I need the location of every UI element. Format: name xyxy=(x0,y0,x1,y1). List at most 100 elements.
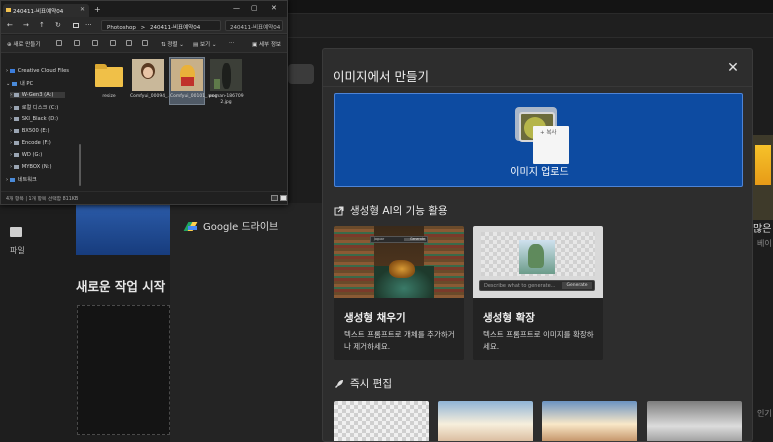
image-thumbnail xyxy=(132,59,164,91)
rename-icon[interactable] xyxy=(110,40,116,46)
folder-item[interactable]: resize xyxy=(91,59,127,100)
view-button[interactable]: ▤ 보기 ⌄ xyxy=(193,40,216,48)
expand-icon[interactable]: ⌄ xyxy=(6,81,10,87)
new-label: 새로 만들기 xyxy=(13,42,41,48)
sidebar-item-this-pc[interactable]: ⌄ 내 PC xyxy=(6,80,33,87)
sidebar-item-label: WD (G:) xyxy=(21,152,43,158)
sidebar-item-label: SKI_Black (D:) xyxy=(21,116,59,122)
sidebar-item-label: Creative Cloud Files xyxy=(17,68,69,74)
sidebar-item-drive-d[interactable]: › SKI_Black (D:) xyxy=(10,116,58,122)
expand-icon[interactable]: › xyxy=(10,116,12,122)
folder-icon[interactable] xyxy=(10,227,22,237)
details-button[interactable]: ▣ 세부 정보 xyxy=(252,40,281,48)
sidebar-item-network[interactable]: › 네트워크 xyxy=(6,176,37,183)
refresh-icon[interactable]: ↻ xyxy=(55,21,61,29)
generative-fill-thumbnail: Jaguar Generate xyxy=(334,226,464,298)
details-label: 세부 정보 xyxy=(258,42,281,48)
expand-icon[interactable]: › xyxy=(10,92,12,98)
recent-file-thumbnail[interactable] xyxy=(76,205,176,255)
jaguar-image xyxy=(389,260,415,278)
sidebar-item-drive-a[interactable]: › W-Gen3 (A:) xyxy=(10,92,66,98)
breadcrumb-root[interactable]: Photoshop xyxy=(107,25,136,30)
sidebar-item-label: 로컬 디스크 (C:) xyxy=(21,105,59,111)
more-icon[interactable]: ··· xyxy=(85,21,92,29)
search-input[interactable]: 240411-비표예약04 검색 xyxy=(225,20,283,31)
close-button[interactable]: ✕ xyxy=(271,4,277,12)
file-name: resize xyxy=(102,94,116,99)
sidebar-item-drive-e[interactable]: › BX500 (E:) xyxy=(10,128,49,134)
more-button[interactable]: ··· xyxy=(229,40,234,46)
file-item-selected[interactable]: Comfyui_00101_.png xyxy=(169,57,217,105)
expand-icon[interactable]: › xyxy=(10,128,12,134)
up-icon[interactable]: ↑ xyxy=(39,21,45,29)
details-view-button[interactable] xyxy=(271,195,278,201)
drive-icon xyxy=(13,164,19,169)
paste-icon[interactable] xyxy=(92,40,98,46)
sidebar-item-creative-cloud[interactable]: › Creative Cloud Files xyxy=(6,68,69,74)
expand-icon[interactable]: › xyxy=(6,177,8,183)
quick-edit-thumbnail[interactable] xyxy=(647,401,742,441)
close-icon[interactable]: ✕ xyxy=(726,61,740,75)
upload-image-label: 이미지 업로드 xyxy=(510,167,569,178)
rail-files-label[interactable]: 파일 xyxy=(10,245,25,256)
share-icon[interactable] xyxy=(126,40,132,46)
expand-icon[interactable]: › xyxy=(6,68,8,74)
explorer-tab[interactable]: 240411-비표예약04 ✕ xyxy=(3,4,89,17)
expand-icon[interactable]: › xyxy=(10,152,12,158)
google-drive-label: Google 드라이브 xyxy=(203,222,279,233)
sidebar-item-label: 내 PC xyxy=(20,81,34,87)
quick-edit-thumbnail[interactable] xyxy=(542,401,637,441)
breadcrumb-separator: > xyxy=(140,25,146,31)
quick-edit-thumbnail[interactable] xyxy=(438,401,533,441)
sidebar-item-drive-n[interactable]: › MYBOX (N:) xyxy=(10,164,51,170)
prompt-bar-preview: Jaguar Generate xyxy=(370,236,428,243)
explorer-toolbar: ⊕ 새로 만들기 ⇅ 정렬 ⌄ ▤ 보기 ⌄ ··· ▣ 세부 정보 xyxy=(1,35,287,53)
file-item[interactable]: Comfyui_00094_.png xyxy=(130,59,177,100)
generative-fill-card[interactable]: Jaguar Generate 생성형 채우기 텍스트 프롬프트로 개체를 추가… xyxy=(334,226,464,360)
maximize-button[interactable]: ▢ xyxy=(251,4,258,12)
minimize-button[interactable]: — xyxy=(233,4,240,12)
folder-icon xyxy=(6,8,11,12)
sidebar-item-drive-f[interactable]: › Encode (F:) xyxy=(10,140,51,146)
dialog-title: 이미지에서 만들기 xyxy=(333,69,429,84)
card-description: 텍스트 프롬프트로 개체를 추가하거나 제거하세요. xyxy=(344,330,455,351)
expand-icon[interactable]: › xyxy=(10,164,12,170)
promo-thumbnail[interactable] xyxy=(753,135,773,220)
computer-icon[interactable] xyxy=(73,23,79,28)
large-icons-view-button[interactable] xyxy=(280,195,287,201)
expand-icon[interactable]: › xyxy=(10,105,12,111)
new-tab-button[interactable]: + xyxy=(94,5,101,14)
generate-button-preview: Generate xyxy=(410,237,425,241)
back-icon[interactable]: ← xyxy=(7,21,13,29)
copy-icon[interactable] xyxy=(74,40,80,46)
sort-button[interactable]: ⇅ 정렬 ⌄ xyxy=(161,40,184,48)
sidebar-scrollbar[interactable] xyxy=(79,144,81,186)
delete-icon[interactable] xyxy=(142,40,148,46)
popular-label: 인기 xyxy=(757,409,772,418)
forward-icon[interactable]: → xyxy=(23,21,29,29)
upload-image-button[interactable]: + 복사 이미지 업로드 xyxy=(334,93,743,187)
card-title: 생성형 채우기 xyxy=(344,312,406,324)
rocket-icon xyxy=(335,379,343,388)
promo-subtext: 베이 xyxy=(757,239,772,248)
new-file-dropzone[interactable] xyxy=(77,305,170,435)
search-field-partial[interactable] xyxy=(288,64,314,84)
generative-expand-card[interactable]: Describe what to generate... Generate 생성… xyxy=(473,226,603,360)
address-bar[interactable]: Photoshop > 240411-비표예약04 xyxy=(101,20,221,31)
sidebar-item-drive-g[interactable]: › WD (G:) xyxy=(10,152,42,158)
status-bar: 4개 항목 | 1개 항목 선택함 811KB xyxy=(1,191,287,204)
close-icon[interactable]: ✕ xyxy=(80,6,85,13)
prompt-bar-preview: Describe what to generate... Generate xyxy=(479,280,595,291)
drive-icon xyxy=(13,140,19,145)
new-button[interactable]: ⊕ 새로 만들기 xyxy=(7,40,40,48)
google-drive-link[interactable]: Google 드라이브 xyxy=(183,218,279,233)
sidebar-item-drive-c[interactable]: › 로컬 디스크 (C:) xyxy=(10,104,58,111)
file-item[interactable]: woman-186709 2.jpg xyxy=(208,59,244,106)
sidebar-item-label: Encode (F:) xyxy=(21,140,51,146)
quick-edit-remove-background[interactable] xyxy=(334,401,429,441)
generative-ai-section-title: 생성형 AI의 기능 활용 xyxy=(334,203,448,218)
breadcrumb-folder[interactable]: 240411-비표예약04 xyxy=(150,25,200,30)
expand-icon[interactable]: › xyxy=(10,140,12,146)
cut-icon[interactable] xyxy=(56,40,62,46)
file-list: resize Comfyui_00094_.png Comfyui_00101_… xyxy=(84,54,287,191)
